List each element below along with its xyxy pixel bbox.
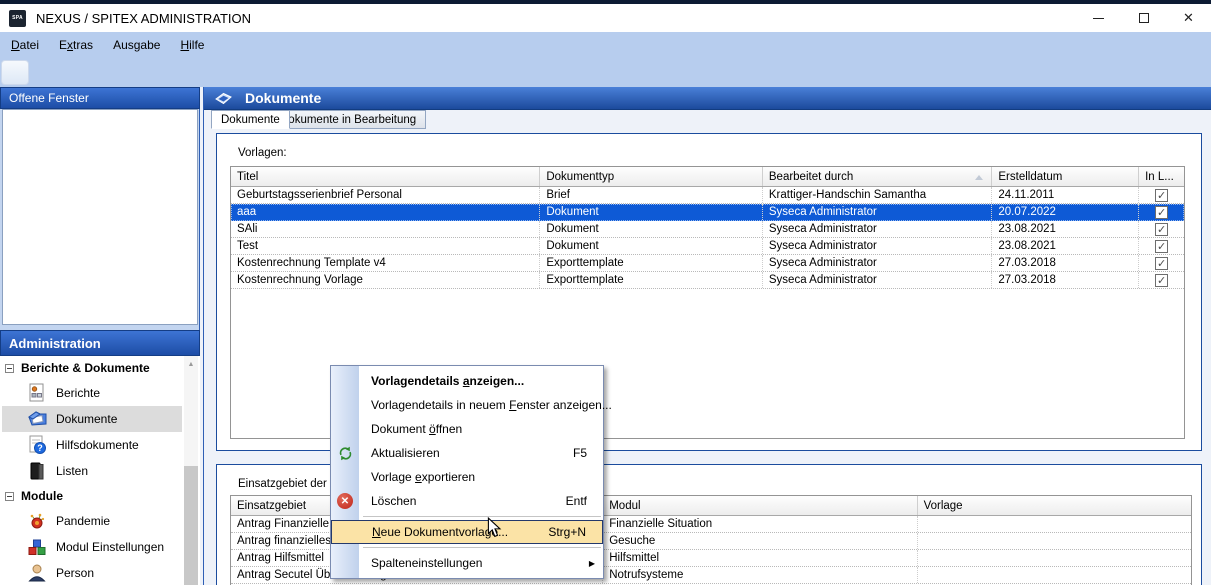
column-header-erstelldatum[interactable]: Erstelldatum <box>992 167 1139 186</box>
tree-item-modul-einstellungen[interactable]: Modul Einstellungen <box>0 534 200 560</box>
column-header-titel[interactable]: Titel <box>231 167 540 186</box>
minimize-button[interactable] <box>1076 4 1121 32</box>
table-row[interactable]: SAli Dokument Syseca Administrator 23.08… <box>231 221 1184 238</box>
menu-item-vorlagendetails-neues-fenster[interactable]: Vorlagendetails in neuem Fenster anzeige… <box>331 393 603 417</box>
tree-scrollbar-thumb[interactable] <box>184 466 198 585</box>
mouse-cursor <box>487 517 503 542</box>
person-icon <box>27 563 47 583</box>
toolbar <box>0 58 1211 87</box>
shortcut-strg-n: Strg+N <box>548 525 586 539</box>
tree-group-module[interactable]: Module <box>0 484 200 508</box>
tree-group-berichte-dokumente[interactable]: Berichte & Dokumente <box>0 356 200 380</box>
shortcut-f5: F5 <box>573 446 587 460</box>
sidebar: Offene Fenster Administration Berichte &… <box>0 87 200 585</box>
menu-item-neue-dokumentvorlage[interactable]: Neue Dokumentvorlage... Strg+N <box>331 520 603 544</box>
vorlagen-table-header: Titel Dokumenttyp Bearbeitet durch Erste… <box>231 167 1184 187</box>
app-icon: SPA <box>9 10 26 27</box>
tree-item-dokumente[interactable]: Dokumente <box>0 406 200 432</box>
titlebar[interactable]: SPA NEXUS / SPITEX ADMINISTRATION ✕ <box>0 4 1211 32</box>
row-checkbox[interactable] <box>1155 206 1168 219</box>
maximize-icon <box>1139 13 1149 23</box>
maximize-button[interactable] <box>1121 4 1166 32</box>
submenu-arrow-icon: ▶ <box>589 559 595 568</box>
row-checkbox[interactable] <box>1155 240 1168 253</box>
table-row[interactable]: Geburtstagsserienbrief Personal Brief Kr… <box>231 187 1184 204</box>
list-book-icon <box>27 461 47 481</box>
menu-item-vorlage-exportieren[interactable]: Vorlage exportieren <box>331 465 603 489</box>
tab-strip: Dokumente in Bearbeitung Dokumente <box>204 110 1211 129</box>
svg-text:?: ? <box>37 443 43 453</box>
menu-hilfe[interactable]: Hilfe <box>170 34 214 56</box>
pandemic-flower-icon <box>27 511 47 531</box>
administration-title: Administration <box>9 336 101 351</box>
open-windows-list[interactable] <box>2 109 198 325</box>
module-blocks-icon <box>27 537 47 557</box>
application-window: SPA NEXUS / SPITEX ADMINISTRATION ✕ Date… <box>0 0 1211 585</box>
tree-item-listen[interactable]: Listen <box>0 458 200 484</box>
window-title: NEXUS / SPITEX ADMINISTRATION <box>36 11 251 26</box>
tree-item-hilfsdokumente[interactable]: ? Hilfsdokumente <box>0 432 200 458</box>
table-row[interactable]: Kostenrechnung Vorlage Exporttemplate Sy… <box>231 272 1184 289</box>
toolbar-button[interactable] <box>1 60 29 85</box>
close-button[interactable]: ✕ <box>1166 4 1211 32</box>
tab-dokumente-in-bearbeitung[interactable]: Dokumente in Bearbeitung <box>270 110 426 129</box>
menu-item-loeschen[interactable]: ✕ Löschen Entf <box>331 489 603 513</box>
collapse-icon[interactable] <box>5 364 14 373</box>
refresh-icon <box>336 444 354 462</box>
sort-ascending-icon <box>975 175 983 180</box>
column-header-in-l[interactable]: In L... <box>1139 167 1184 186</box>
delete-icon: ✕ <box>337 493 353 509</box>
menu-extras[interactable]: Extras <box>49 34 103 56</box>
table-row[interactable]: Test Dokument Syseca Administrator 23.08… <box>231 238 1184 255</box>
open-windows-title: Offene Fenster <box>9 91 89 105</box>
page-title: Dokumente <box>245 90 321 106</box>
einsatzgebiet-label: Einsatzgebiet der Vo <box>238 478 344 490</box>
menu-separator <box>363 516 601 517</box>
menu-separator <box>363 547 601 548</box>
shortcut-entf: Entf <box>566 494 587 508</box>
tree-item-person[interactable]: Person <box>0 560 200 585</box>
collapse-icon[interactable] <box>5 492 14 501</box>
table-row-selected[interactable]: aaa Dokument Syseca Administrator 20.07.… <box>231 204 1184 221</box>
open-windows-header: Offene Fenster <box>0 87 200 109</box>
context-menu: Vorlagendetails anzeigen... Vorlagendeta… <box>330 365 604 579</box>
table-row[interactable]: Kostenrechnung Template v4 Exporttemplat… <box>231 255 1184 272</box>
column-header-modul[interactable]: Modul <box>603 496 917 515</box>
row-checkbox[interactable] <box>1155 189 1168 202</box>
dokumente-header-icon <box>214 91 233 106</box>
help-document-icon: ? <box>27 435 47 455</box>
tab-dokumente[interactable]: Dokumente <box>211 110 290 129</box>
menu-item-aktualisieren[interactable]: Aktualisieren F5 <box>331 441 603 465</box>
documents-folder-icon <box>27 409 47 429</box>
report-icon <box>27 383 47 403</box>
column-header-dokumenttyp[interactable]: Dokumenttyp <box>540 167 763 186</box>
administration-header: Administration <box>0 330 200 356</box>
tree-item-pandemie[interactable]: Pandemie <box>0 508 200 534</box>
vorlagen-label: Vorlagen: <box>238 147 287 159</box>
menu-item-spalteneinstellungen[interactable]: Spalteneinstellungen ▶ <box>331 551 603 575</box>
menu-datei[interactable]: Datei <box>1 34 49 56</box>
row-checkbox[interactable] <box>1155 257 1168 270</box>
administration-tree: Berichte & Dokumente Berichte Dokumente … <box>0 356 200 585</box>
scroll-up-icon[interactable]: ▲ <box>184 358 198 372</box>
row-checkbox[interactable] <box>1155 274 1168 287</box>
tree-scrollbar[interactable]: ▲ <box>184 356 198 585</box>
menu-bar: Datei Extras Ausgabe Hilfe <box>0 32 1211 58</box>
column-header-bearbeitet-durch[interactable]: Bearbeitet durch <box>763 167 993 186</box>
menu-ausgabe[interactable]: Ausgabe <box>103 34 170 56</box>
tree-item-berichte[interactable]: Berichte <box>0 380 200 406</box>
menu-item-dokument-oeffnen[interactable]: Dokument öffnen <box>331 417 603 441</box>
minimize-icon <box>1093 18 1104 19</box>
dokumente-header: Dokumente <box>204 87 1211 110</box>
column-header-vorlage[interactable]: Vorlage <box>918 496 1191 515</box>
menu-item-vorlagendetails-anzeigen[interactable]: Vorlagendetails anzeigen... <box>331 369 603 393</box>
close-icon: ✕ <box>1183 10 1194 26</box>
row-checkbox[interactable] <box>1155 223 1168 236</box>
